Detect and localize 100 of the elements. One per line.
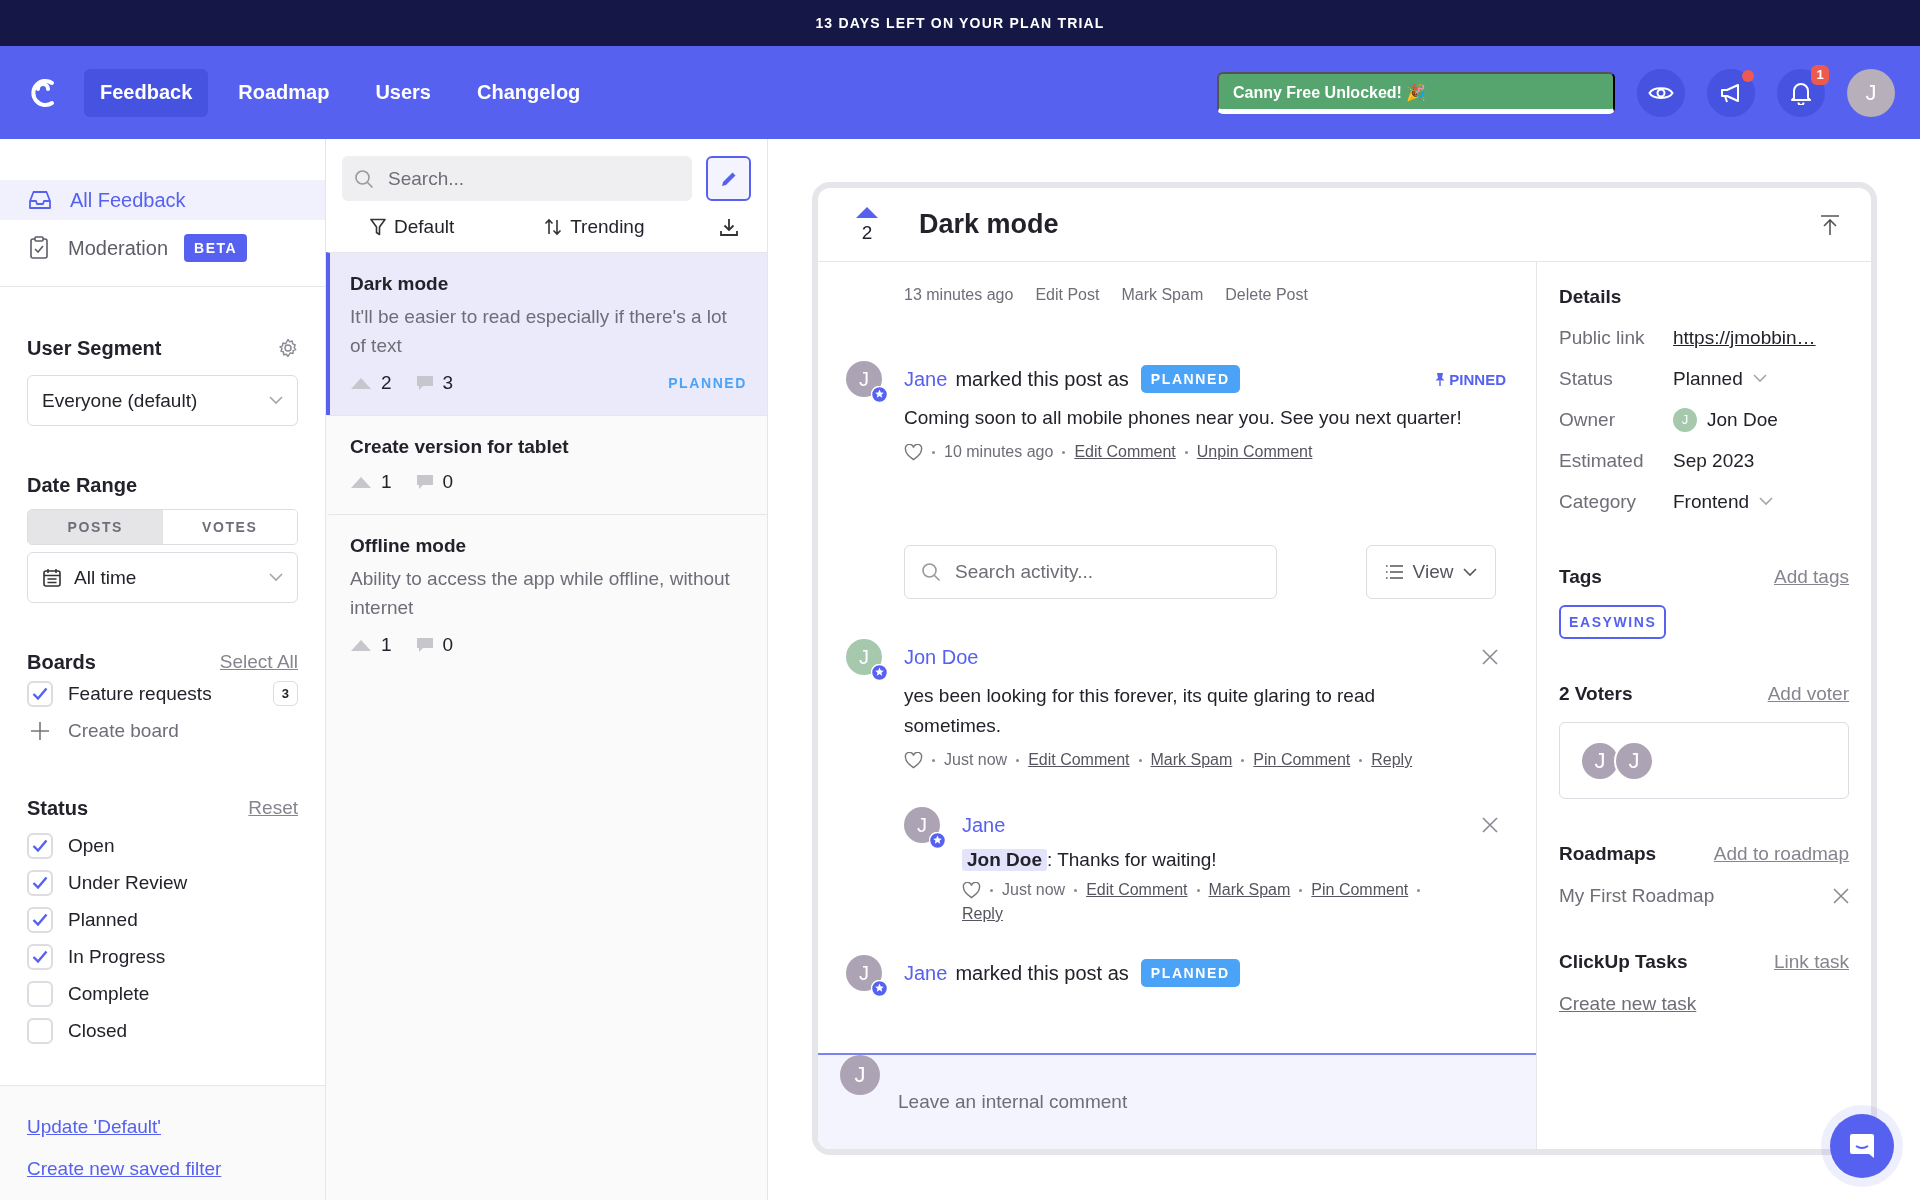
checkbox[interactable] bbox=[27, 943, 53, 970]
add-roadmap-link[interactable]: Add to roadmap bbox=[1713, 843, 1849, 865]
pinned-label: PINNED bbox=[1435, 370, 1506, 388]
gear-icon[interactable] bbox=[278, 338, 298, 358]
checkbox-label[interactable]: Feature requests bbox=[68, 682, 212, 705]
link-task-link[interactable]: Link task bbox=[1774, 951, 1849, 973]
mention[interactable]: Jon Doe bbox=[962, 849, 1047, 871]
action-link[interactable]: Edit Comment bbox=[1086, 881, 1188, 899]
roadmap-name[interactable]: My First Roadmap bbox=[1559, 885, 1715, 907]
action-link[interactable]: Mark Spam bbox=[1208, 881, 1291, 899]
search-field[interactable]: Search... bbox=[342, 156, 692, 201]
dropdown-value[interactable]: Planned bbox=[1673, 367, 1743, 390]
post-action-link[interactable]: Mark Spam bbox=[1121, 286, 1204, 304]
funnel-icon bbox=[370, 217, 386, 236]
checkbox[interactable] bbox=[27, 980, 53, 1007]
author-name[interactable]: Jane bbox=[904, 367, 948, 391]
dropdown-value[interactable]: Frontend bbox=[1673, 490, 1750, 513]
action-link[interactable]: Reply bbox=[1371, 751, 1413, 769]
upvote-icon bbox=[350, 376, 372, 390]
nav-tab[interactable]: Roadmap bbox=[222, 68, 346, 117]
arrow-to-top-icon[interactable] bbox=[1819, 213, 1841, 236]
section-title: Date Range bbox=[27, 473, 138, 497]
checkbox-label[interactable]: Under Review bbox=[68, 871, 188, 894]
sort-button[interactable]: Trending bbox=[544, 215, 645, 238]
create-board-link[interactable]: Create board bbox=[68, 719, 179, 742]
beta-badge: BETA bbox=[184, 234, 248, 262]
detail-value: Sep 2023 bbox=[1673, 449, 1755, 472]
heart-icon[interactable] bbox=[962, 881, 981, 899]
sort-arrows-icon bbox=[544, 217, 563, 236]
action-link[interactable]: Mark Spam bbox=[1150, 751, 1233, 769]
checkbox-label[interactable]: Planned bbox=[68, 908, 138, 931]
bell-icon bbox=[1790, 80, 1812, 105]
post-action-link[interactable]: Delete Post bbox=[1225, 286, 1308, 304]
owner-name[interactable]: Jon Doe bbox=[1707, 408, 1778, 431]
checkbox[interactable] bbox=[27, 869, 53, 896]
announcements-button[interactable] bbox=[1707, 68, 1755, 117]
activity-text: marked this post as bbox=[955, 961, 1129, 985]
post-action-link[interactable]: Edit Post bbox=[1035, 286, 1100, 304]
checkbox[interactable] bbox=[27, 906, 53, 933]
view-button[interactable]: View bbox=[1366, 545, 1496, 599]
nav-tab[interactable]: Feedback bbox=[84, 68, 209, 117]
add-voter-link[interactable]: Add voter bbox=[1767, 683, 1849, 705]
delete-icon[interactable] bbox=[1482, 649, 1498, 665]
post-description: It'll be easier to read especially if there's a lot of text bbox=[350, 305, 728, 358]
post-card[interactable]: Dark mode It'll be easier to read especially if there's a lot of text 2 3 PLANNED bbox=[326, 252, 767, 415]
sidebar-item[interactable]: Moderation BETA bbox=[0, 228, 325, 268]
select-all-link[interactable]: Select All bbox=[219, 651, 298, 673]
action-link[interactable]: Unpin Comment bbox=[1196, 443, 1313, 461]
sidebar-item[interactable]: All Feedback bbox=[0, 180, 325, 220]
checkbox[interactable] bbox=[27, 1017, 53, 1044]
detail-label: Status bbox=[1559, 367, 1614, 390]
heart-icon[interactable] bbox=[904, 443, 923, 461]
filter-button[interactable]: Default bbox=[370, 215, 455, 238]
action-link[interactable]: Pin Comment bbox=[1311, 881, 1409, 899]
preview-button[interactable] bbox=[1637, 68, 1685, 117]
nav-tab[interactable]: Users bbox=[359, 68, 447, 117]
tag[interactable]: EASYWINS bbox=[1559, 605, 1667, 639]
add-tags-link[interactable]: Add tags bbox=[1774, 566, 1849, 588]
segment-tab[interactable]: POSTS bbox=[28, 510, 163, 544]
author-name[interactable]: Jane bbox=[904, 961, 948, 985]
activity-search-field[interactable]: Search activity... bbox=[904, 545, 1277, 599]
post-card[interactable]: Offline mode Ability to access the app while offline, without internet 1 0 bbox=[326, 514, 767, 677]
nav-tab[interactable]: Changelog bbox=[461, 68, 597, 117]
upvote-icon[interactable] bbox=[855, 205, 879, 219]
comment-count: 3 bbox=[442, 372, 454, 394]
reset-link[interactable]: Reset bbox=[248, 797, 298, 819]
create-task-link[interactable]: Create new task bbox=[1559, 993, 1697, 1015]
author-name[interactable]: Jon Doe bbox=[904, 645, 979, 669]
public-link[interactable]: https://jmobbin… bbox=[1673, 326, 1816, 349]
check-icon bbox=[32, 950, 48, 963]
checkbox[interactable] bbox=[27, 680, 53, 707]
chat-button[interactable] bbox=[1830, 1114, 1894, 1178]
action-link[interactable]: Pin Comment bbox=[1253, 751, 1351, 769]
date-select[interactable]: All time bbox=[27, 552, 298, 603]
checkbox-label[interactable]: Open bbox=[68, 834, 115, 857]
download-icon[interactable] bbox=[719, 216, 739, 237]
delete-icon[interactable] bbox=[1482, 817, 1498, 833]
checkbox[interactable] bbox=[27, 832, 53, 859]
action-link[interactable]: Edit Comment bbox=[1028, 751, 1130, 769]
checkbox-label[interactable]: Closed bbox=[68, 1019, 128, 1042]
filter-link[interactable]: Create new saved filter bbox=[27, 1158, 222, 1180]
vote-count: 2 bbox=[381, 372, 392, 394]
action-link[interactable]: Reply bbox=[962, 905, 1003, 923]
segment-select[interactable]: Everyone (default) bbox=[27, 375, 298, 426]
post-title: Create version for tablet bbox=[350, 435, 570, 459]
filter-link[interactable]: Update 'Default' bbox=[27, 1116, 161, 1138]
compose-button[interactable] bbox=[706, 156, 751, 201]
status-label: PLANNED bbox=[668, 375, 747, 391]
author-name[interactable]: Jane bbox=[962, 813, 1006, 837]
remove-icon[interactable] bbox=[1833, 888, 1849, 904]
vote-count: 1 bbox=[381, 634, 392, 656]
check-icon bbox=[32, 839, 48, 852]
section-title: Tags bbox=[1559, 566, 1602, 588]
action-link[interactable]: Edit Comment bbox=[1074, 443, 1176, 461]
promo-button[interactable]: Canny Free Unlocked! 🎉 bbox=[1217, 71, 1615, 114]
post-card[interactable]: Create version for tablet 1 0 bbox=[326, 415, 767, 514]
heart-icon[interactable] bbox=[904, 751, 923, 769]
checkbox-label[interactable]: In Progress bbox=[68, 945, 166, 968]
comment-composer[interactable]: J Leave an internal comment bbox=[818, 1053, 1536, 1149]
checkbox-label[interactable]: Complete bbox=[68, 982, 150, 1005]
